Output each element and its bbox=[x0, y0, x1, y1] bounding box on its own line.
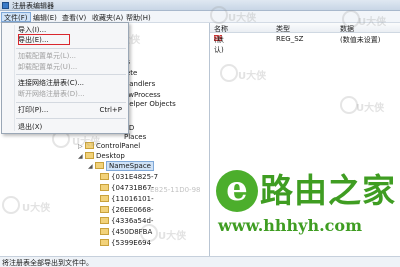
menu-separator bbox=[16, 102, 126, 103]
folder-icon bbox=[100, 184, 109, 191]
watermark-text: E825-11D0-98 bbox=[150, 186, 201, 194]
table-row[interactable]: ab (默认) REG_SZ (数值未设置) bbox=[210, 35, 400, 54]
tree-item-desktop[interactable]: ◢ Desktop bbox=[78, 152, 125, 161]
folder-icon bbox=[100, 239, 109, 246]
collapse-icon[interactable]: ◢ bbox=[78, 152, 84, 161]
menu-item-exit[interactable]: 退出(X) bbox=[2, 122, 128, 132]
watermark-text: U大侠 bbox=[72, 137, 101, 148]
watermark-badge bbox=[210, 6, 228, 24]
logo-url: www.hhhyh.com bbox=[218, 216, 363, 235]
logo-e-icon: e bbox=[216, 170, 258, 212]
menu-item-load-hive[interactable]: 加载配置单元(L)... bbox=[2, 51, 128, 61]
value-type: REG_SZ bbox=[276, 35, 304, 43]
watermark-text: U大侠 bbox=[228, 13, 257, 24]
folder-icon bbox=[100, 228, 109, 235]
folder-icon bbox=[100, 195, 109, 202]
tree-item[interactable]: Helper Objects bbox=[124, 100, 176, 109]
watermark-text: U大侠 bbox=[238, 71, 267, 82]
logo-name: 路由之家 bbox=[260, 171, 396, 210]
folder-icon bbox=[100, 206, 109, 213]
tree-item[interactable]: {26EE0668- bbox=[100, 206, 154, 215]
watermark-badge bbox=[220, 64, 238, 82]
tree-item[interactable]: {11016101- bbox=[100, 195, 154, 204]
watermark-badge bbox=[2, 196, 20, 214]
value-data: (数值未设置) bbox=[340, 36, 381, 44]
menu-item-connect[interactable]: 连接网络注册表(C)... bbox=[2, 78, 128, 88]
watermark-text: U大侠 bbox=[358, 17, 387, 28]
window-title: 注册表编辑器 bbox=[12, 2, 54, 10]
title-bar: 注册表编辑器 bbox=[0, 0, 400, 11]
tree-item[interactable]: {04731B67- bbox=[100, 184, 154, 193]
folder-icon bbox=[95, 162, 104, 169]
menu-item-unload-hive[interactable]: 卸载配置单元(U)... bbox=[2, 62, 128, 72]
status-text: 将注册表全部导出到文件中。 bbox=[2, 259, 93, 267]
folder-icon bbox=[100, 217, 109, 224]
tree-item[interactable]: Places bbox=[124, 133, 146, 142]
column-type[interactable]: 类型 bbox=[276, 24, 290, 34]
menu-separator bbox=[16, 118, 126, 119]
highlight-box bbox=[18, 34, 70, 45]
column-name[interactable]: 名称 bbox=[214, 24, 228, 34]
menu-file[interactable]: 文件(F) bbox=[1, 12, 31, 22]
collapse-icon[interactable]: ◢ bbox=[88, 162, 94, 171]
watermark-text: U大侠 bbox=[22, 203, 51, 214]
regedit-icon bbox=[2, 2, 9, 9]
watermark-text: U大侠 bbox=[158, 231, 187, 242]
status-bar: 将注册表全部导出到文件中。 bbox=[0, 256, 400, 267]
brand-logo: e 路由之家 www.hhhyh.com bbox=[216, 168, 400, 242]
menu-separator bbox=[16, 48, 126, 49]
folder-icon bbox=[85, 152, 94, 159]
tree-item-namespace[interactable]: ◢ NameSpace bbox=[88, 161, 154, 171]
tree-item[interactable]: owProcess bbox=[124, 91, 161, 100]
menu-item-disconnect[interactable]: 断开网络注册表(D)... bbox=[2, 89, 128, 99]
tree-item[interactable]: {031E4825-7 bbox=[100, 173, 158, 182]
watermark-text: U大侠 bbox=[356, 103, 385, 114]
menu-separator bbox=[16, 74, 126, 75]
folder-icon bbox=[100, 173, 109, 180]
watermark-badge bbox=[140, 224, 158, 242]
menu-item-print[interactable]: 打印(P)... Ctrl+P bbox=[2, 105, 128, 115]
shortcut-label: Ctrl+P bbox=[99, 106, 122, 114]
file-menu: 导入(I)... 导出(E)... 加载配置单元(L)... 卸载配置单元(U)… bbox=[1, 22, 129, 134]
